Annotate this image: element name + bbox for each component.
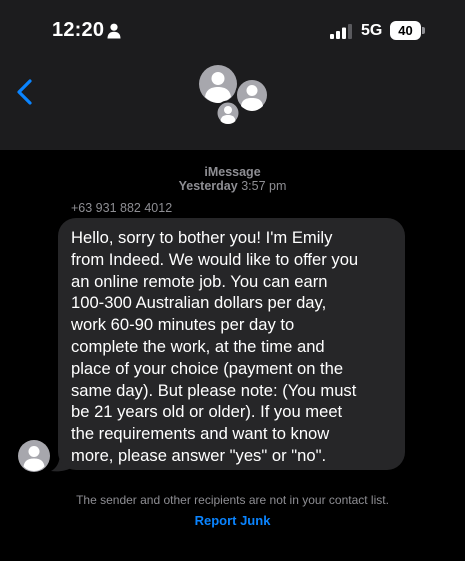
battery-indicator: 40: [390, 21, 421, 40]
message-bubble[interactable]: Hello, sorry to bother you! I'm Emily fr…: [58, 218, 405, 470]
group-avatar-icon[interactable]: [196, 64, 270, 126]
messages-screen: 12:20 5G 40 iMessage Yesterday 3:57 pm +…: [0, 0, 465, 561]
sender-avatar-icon[interactable]: [18, 440, 50, 472]
battery-nub: [422, 27, 425, 34]
sender-number: +63 931 882 4012: [71, 201, 173, 215]
report-junk-link[interactable]: Report Junk: [0, 513, 465, 528]
message-timestamp: Yesterday 3:57 pm: [0, 179, 465, 193]
conversation-header: 12:20 5G 40: [0, 0, 465, 150]
unknown-sender-notice: The sender and other recipients are not …: [76, 493, 389, 507]
battery-level: 40: [398, 23, 413, 38]
network-type: 5G: [361, 22, 383, 39]
chevron-left-icon: [17, 79, 32, 105]
back-button[interactable]: [14, 78, 36, 106]
timestamp-day: Yesterday: [178, 179, 238, 193]
status-time: 12:20: [52, 19, 105, 41]
person-icon: [107, 23, 121, 39]
timestamp-time: 3:57 pm: [241, 179, 287, 193]
service-label: iMessage: [204, 165, 261, 179]
status-bar: 12:20 5G 40: [0, 0, 465, 60]
message-text: Hello, sorry to bother you! I'm Emily fr…: [71, 228, 359, 465]
signal-bars-icon: [330, 24, 352, 39]
